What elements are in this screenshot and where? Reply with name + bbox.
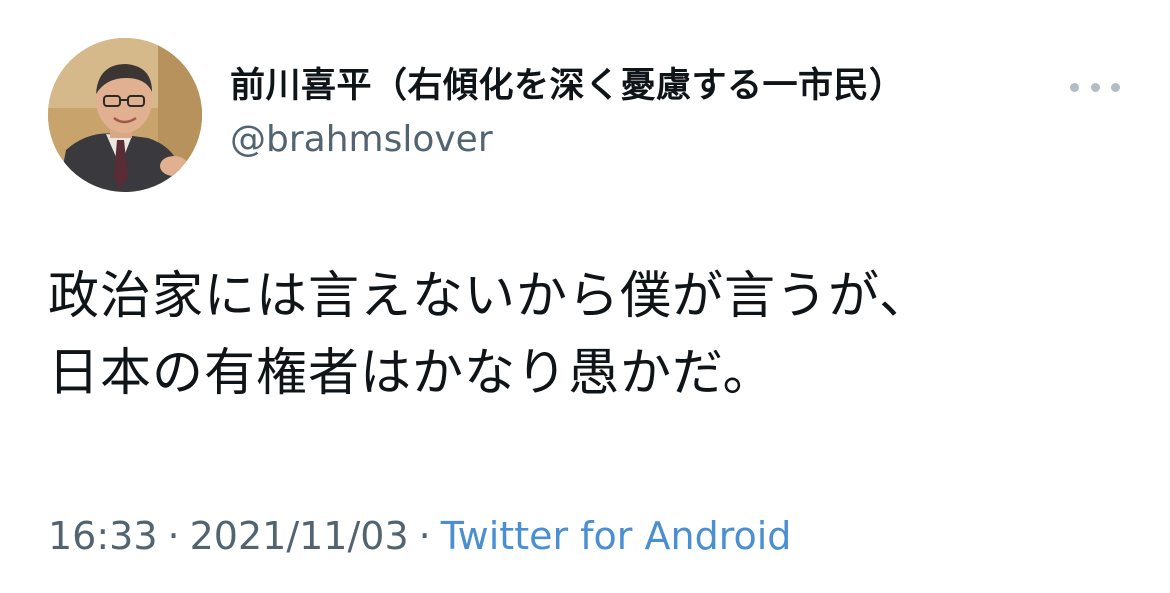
display-name[interactable]: 前川喜平（右傾化を深く憂慮する一市民）: [230, 62, 905, 110]
avatar[interactable]: [48, 38, 202, 192]
meta-separator: ·: [418, 514, 431, 558]
meta-separator: ·: [167, 514, 180, 558]
more-options-icon[interactable]: [1070, 72, 1120, 102]
more-dot: [1070, 82, 1079, 92]
tweet-card: 前川喜平（右傾化を深く憂慮する一市民） @brahmslover 政治家には言え…: [0, 0, 1170, 593]
tweet-text-line: 日本の有権者はかなり愚かだ。: [48, 344, 775, 403]
more-dot: [1090, 82, 1100, 92]
tweet-meta: 16:33 · 2021/11/03 · Twitter for Android: [48, 510, 791, 562]
profile-photo-icon: [48, 38, 202, 192]
tweet-source-link[interactable]: Twitter for Android: [441, 514, 792, 558]
tweet-text: 政治家には言えないから僕が言うが、 日本の有権者はかなり愚かだ。: [48, 258, 1128, 412]
tweet-date[interactable]: 2021/11/03: [190, 514, 409, 558]
tweet-time[interactable]: 16:33: [48, 514, 158, 558]
user-handle[interactable]: @brahmslover: [230, 116, 493, 164]
tweet-text-line: 政治家には言えないから僕が言うが、: [48, 267, 931, 326]
more-dot: [1111, 82, 1120, 92]
